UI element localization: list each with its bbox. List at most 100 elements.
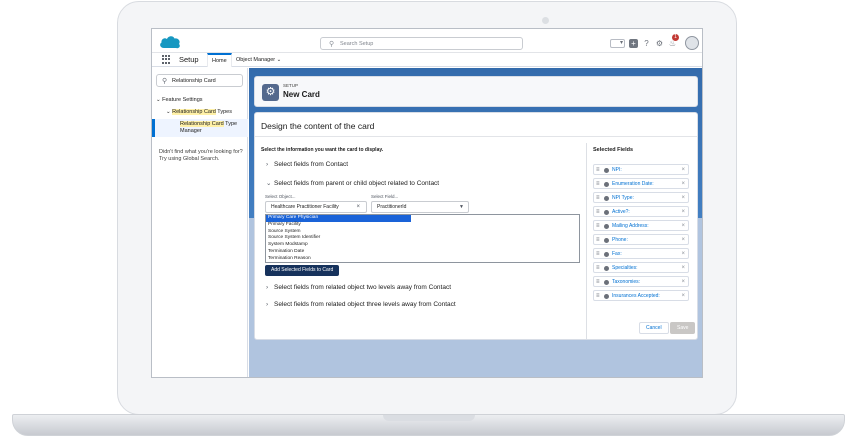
chevron-down-icon: ⌄ [156,97,161,103]
section-label: Select fields from Contact [274,161,349,168]
selected-field-name: Insurances Accepted: [612,293,660,299]
remove-icon[interactable]: × [681,291,685,301]
selected-fields-panel: Selected Fields ≡ NPI: × ≡ Enumeration Date… [586,143,695,339]
selected-field-name: Taxonomies: [612,279,641,285]
remove-icon[interactable]: × [681,263,685,273]
remove-icon[interactable]: × [681,235,685,245]
drag-handle-icon[interactable]: ≡ [596,193,600,203]
section-label: Select fields from related object two le… [274,284,452,291]
tree-types-rest: Types [215,109,232,115]
selected-field-item[interactable]: ≡ Fax: × [593,248,689,259]
selected-field-item[interactable]: ≡ NPI Type: × [593,192,689,203]
selected-field-name: Fax: [612,251,622,257]
selected-field-item[interactable]: ≡ Insurances Accepted: × [593,290,689,301]
selected-field-item[interactable]: ≡ Taxonomies: × [593,276,689,287]
select-object-value: Healthcare Practitioner Facility [271,204,339,210]
list-item[interactable]: Termination Date [266,249,579,256]
drag-handle-icon[interactable]: ≡ [596,249,600,259]
tree-relationship-card-types[interactable]: ⌄ Relationship Card Types [166,109,232,115]
list-item[interactable]: Source System Identifier [266,235,579,242]
chevron-down-icon: ⌄ [166,109,171,115]
drag-handle-icon[interactable]: ≡ [596,263,600,273]
save-button[interactable]: Save [670,322,696,334]
sidebar-item-relationship-card-type-manager[interactable]: Relationship Card Type Manager [152,119,248,137]
global-actions-plus-icon[interactable]: + [629,38,638,48]
selected-field-item[interactable]: ≡ Enumeration Date: × [593,178,689,189]
header-icons: ▾ + ? ⚙ ♨ 1 [610,33,699,50]
search-placeholder: Search Setup [340,41,374,47]
selected-field-item[interactable]: ≡ Active?: × [593,206,689,217]
favorites-star-icon[interactable]: ▾ [610,38,625,48]
info-icon [604,167,609,173]
app-nav-bar: Setup Home Object Manager ⌄ [152,53,702,67]
drag-handle-icon[interactable]: ≡ [596,291,600,301]
setup-sidebar: ⚲ Relationship Card ⌄ Feature Settings ⌄… [152,68,248,377]
notification-badge: 1 [672,33,679,41]
remove-icon[interactable]: × [681,249,685,259]
select-field-combobox[interactable]: PractitionerId ▼ [371,201,469,213]
section-two-levels[interactable]: › Select fields from related object two l… [266,284,451,291]
drag-handle-icon[interactable]: ≡ [596,277,600,287]
section-related-fields[interactable]: ⌄ Select fields from parent or child obje… [266,179,439,187]
field-options-listbox[interactable]: Primary Care Physician Primary Facility … [265,214,580,263]
select-object-combobox[interactable]: Healthcare Practitioner Facility × [265,201,367,213]
tab-object-manager[interactable]: Object Manager ⌄ [232,53,285,67]
select-field-label: Select Field... [371,194,399,199]
remove-icon[interactable]: × [681,221,685,231]
selected-field-item[interactable]: ≡ Phone: × [593,234,689,245]
tree-feature-settings[interactable]: ⌄ Feature Settings [156,97,203,103]
selected-field-name: NPI Type: [612,195,634,201]
list-item[interactable]: Termination Reason [266,256,579,263]
selected-field-item[interactable]: ≡ Mailing Address: × [593,220,689,231]
avatar[interactable] [685,36,699,50]
section-contact-fields[interactable]: › Select fields from Contact [266,161,348,168]
drag-handle-icon[interactable]: ≡ [596,165,600,175]
selected-field-name: Enumeration Date: [612,181,654,187]
add-selected-fields-button[interactable]: Add Selected Fields to Card [265,265,340,276]
info-icon [604,223,609,229]
info-icon [604,195,609,201]
clear-icon[interactable]: × [356,202,360,212]
remove-icon[interactable]: × [681,193,685,203]
setup-gear-icon[interactable]: ⚙ [655,39,664,48]
tab-home[interactable]: Home [207,53,232,67]
tree-types-highlight: Relationship Card [172,109,216,115]
list-item[interactable]: System Modstamp [266,242,579,249]
drag-handle-icon[interactable]: ≡ [596,221,600,231]
tree-manager-highlight: Relationship Card [180,121,224,127]
info-icon [604,279,609,285]
selected-field-name: Specialties: [612,265,638,271]
quick-find-input[interactable]: ⚲ Relationship Card [156,74,243,87]
chevron-right-icon: › [266,301,269,308]
laptop-base [12,414,845,436]
design-card: Design the content of the card Select th… [254,112,698,340]
remove-icon[interactable]: × [681,165,685,175]
remove-icon[interactable]: × [681,179,685,189]
salesforce-cloud-logo[interactable] [159,35,181,49]
camera-dot [542,17,549,24]
info-icon [604,209,609,215]
info-icon [604,237,609,243]
list-item[interactable]: Primary Care Physician [266,215,411,222]
notifications-bell-icon[interactable]: ♨ 1 [668,33,679,48]
selected-field-item[interactable]: ≡ Specialties: × [593,262,689,273]
section-three-levels[interactable]: › Select fields from related object three… [266,301,456,308]
screen: ⚲ Search Setup ▾ + ? ⚙ ♨ 1 Setup Home Obj… [151,28,703,378]
drag-handle-icon[interactable]: ≡ [596,179,600,189]
selected-fields-title: Selected Fields [593,147,634,153]
drag-handle-icon[interactable]: ≡ [596,207,600,217]
global-search[interactable]: ⚲ Search Setup [320,37,523,50]
selected-field-item[interactable]: ≡ NPI: × [593,164,689,175]
drag-handle-icon[interactable]: ≡ [596,235,600,245]
search-icon: ⚲ [329,41,335,48]
list-item[interactable]: Primary Facility [266,222,579,229]
divider [255,136,697,137]
remove-icon[interactable]: × [681,277,685,287]
tab-object-manager-label: Object Manager [236,57,276,63]
remove-icon[interactable]: × [681,207,685,217]
selected-field-name: Phone: [612,237,628,243]
app-launcher-waffle-icon[interactable] [162,55,171,64]
cancel-button[interactable]: Cancel [639,322,669,334]
help-question-icon[interactable]: ? [642,39,651,48]
page-header: ⚙ SETUP New Card [254,76,698,107]
